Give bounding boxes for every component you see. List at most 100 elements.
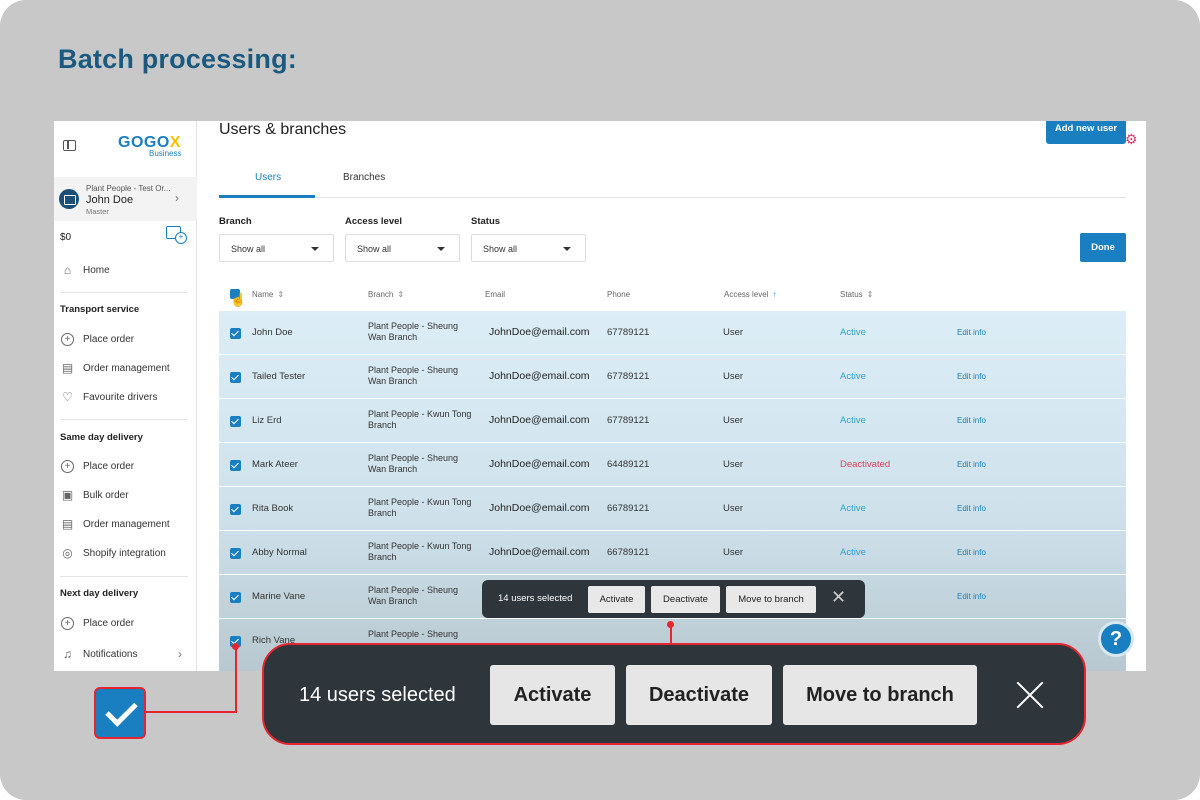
user-email: JohnDoe@email.com — [489, 546, 590, 558]
move-to-branch-button: Move to branch — [783, 665, 977, 725]
sidebar-item-notifications[interactable]: ♫ Notifications — [61, 648, 137, 661]
account-switcher[interactable]: Plant People - Test Or... John Doe Maste… — [54, 177, 197, 221]
column-header-status[interactable]: Status ⇕ — [840, 290, 873, 299]
edit-info-link[interactable]: Edit info — [957, 416, 986, 425]
user-email: JohnDoe@email.com — [489, 502, 590, 514]
selected-count: 14 users selected — [498, 593, 573, 604]
user-access-level: User — [723, 327, 744, 338]
sidebar-item-place-order[interactable]: + Place order — [61, 333, 134, 346]
callout-line — [235, 646, 237, 713]
bulk-order-icon: ▣ — [61, 488, 74, 502]
close-icon[interactable]: ✕ — [831, 587, 846, 608]
done-button[interactable]: Done — [1080, 233, 1126, 262]
enlarged-batch-action-bar: 14 users selected Activate Deactivate Mo… — [262, 643, 1086, 745]
user-access-level: User — [723, 415, 744, 426]
sidebar-item-order-management[interactable]: ▤ Order management — [61, 362, 170, 375]
gear-icon[interactable]: ⚙ — [1125, 131, 1138, 148]
page-title: Users & branches — [219, 121, 347, 138]
edit-info-link[interactable]: Edit info — [957, 504, 986, 513]
column-header-phone: Phone — [607, 290, 631, 299]
user-name: Rita Book — [252, 503, 294, 514]
row-checkbox[interactable] — [230, 416, 241, 427]
activate-button[interactable]: Activate — [588, 586, 645, 613]
user-name: John Doe — [252, 327, 293, 338]
shopify-icon: ◎ — [62, 546, 73, 560]
sidebar: GOGOX Business Plant People - Test Or...… — [54, 121, 197, 671]
top-up-icon[interactable] — [166, 226, 187, 244]
column-header-name[interactable]: Name ⇕ — [252, 290, 284, 299]
user-branch: Plant People - Sheung Wan Branch — [368, 453, 459, 474]
edit-info-link[interactable]: Edit info — [957, 328, 986, 337]
user-status: Active — [840, 371, 866, 382]
user-name: Abby Normal — [252, 547, 307, 558]
callout-line — [146, 711, 237, 713]
section-title: Same day delivery — [60, 432, 143, 443]
branch-filter-select[interactable]: Show all — [219, 234, 334, 262]
sidebar-item-shopify[interactable]: ◎ Shopify integration — [61, 547, 166, 560]
column-header-email: Email — [485, 290, 506, 299]
row-checkbox[interactable] — [230, 504, 241, 515]
row-checkbox[interactable] — [230, 592, 241, 603]
access-level-filter-select[interactable]: Show all — [345, 234, 460, 262]
table-row: Mark Ateer Plant People - Sheung Wan Bra… — [219, 443, 1126, 487]
user-name: Tailed Tester — [252, 371, 306, 382]
status-filter-select[interactable]: Show all — [471, 234, 586, 262]
tab-branches[interactable]: Branches — [343, 172, 385, 183]
tabs-divider — [219, 197, 1126, 198]
user-branch: Plant People - Kwun Tong Branch — [368, 497, 472, 518]
sidebar-toggle-icon[interactable] — [63, 140, 76, 151]
enlarged-checkbox — [94, 687, 146, 739]
slide-title: Batch processing: — [58, 44, 297, 74]
row-checkbox[interactable] — [230, 328, 241, 339]
tab-users[interactable]: Users — [255, 172, 281, 183]
sidebar-item-place-order[interactable]: + Place order — [61, 460, 134, 473]
briefcase-icon — [59, 189, 79, 209]
edit-info-link[interactable]: Edit info — [957, 372, 986, 381]
account-role: Master — [86, 207, 109, 216]
column-header-branch[interactable]: Branch ⇕ — [368, 290, 404, 299]
account-org: Plant People - Test Or... — [86, 184, 171, 193]
user-branch: Plant People - Sheung — [368, 629, 459, 639]
user-branch: Plant People - Sheung Wan Branch — [368, 321, 459, 342]
table-row: Abby Normal Plant People - Kwun Tong Bra… — [219, 531, 1126, 575]
row-checkbox[interactable] — [230, 372, 241, 383]
user-branch: Plant People - Kwun Tong Branch — [368, 541, 472, 562]
help-button[interactable]: ? — [1098, 621, 1134, 657]
divider — [60, 292, 188, 293]
sidebar-item-bulk-order[interactable]: ▣ Bulk order — [61, 489, 129, 502]
sidebar-item-place-order[interactable]: + Place order — [61, 617, 134, 630]
row-checkbox[interactable] — [230, 548, 241, 559]
edit-info-link[interactable]: Edit info — [957, 548, 986, 557]
sort-icon: ⇕ — [277, 290, 285, 299]
filter-label-access: Access level — [345, 216, 403, 227]
clipboard-icon: ▤ — [61, 361, 74, 375]
add-new-user-button[interactable]: Add new user — [1046, 121, 1126, 144]
batch-action-bar: 14 users selected Activate Deactivate Mo… — [482, 580, 865, 618]
user-branch: Plant People - Kwun Tong Branch — [368, 409, 472, 430]
sidebar-item-order-management[interactable]: ▤ Order management — [61, 518, 170, 531]
plus-circle-icon: + — [61, 333, 74, 346]
user-email: JohnDoe@email.com — [489, 370, 590, 382]
edit-info-link[interactable]: Edit info — [957, 460, 986, 469]
user-phone: 67789121 — [607, 371, 650, 382]
deactivate-button: Deactivate — [626, 665, 772, 725]
table-row: Rita Book Plant People - Kwun Tong Branc… — [219, 487, 1126, 531]
move-to-branch-button[interactable]: Move to branch — [726, 586, 816, 613]
filter-label-branch: Branch — [219, 216, 252, 227]
sidebar-item-favourite-drivers[interactable]: ♡ Favourite drivers — [61, 391, 157, 404]
column-header-access-level[interactable]: Access level ↑ — [724, 290, 776, 299]
edit-info-link[interactable]: Edit info — [957, 592, 986, 601]
sort-icon: ⇕ — [397, 290, 405, 299]
user-name: Liz Erd — [252, 415, 282, 426]
sort-ascending-icon: ↑ — [772, 290, 777, 299]
row-checkbox[interactable] — [230, 460, 241, 471]
section-title: Next day delivery — [60, 588, 139, 599]
deactivate-button[interactable]: Deactivate — [651, 586, 720, 613]
user-email: JohnDoe@email.com — [489, 414, 590, 426]
plus-circle-icon: + — [61, 617, 74, 630]
sidebar-item-home[interactable]: ⌂ Home — [61, 264, 110, 277]
divider — [60, 419, 188, 420]
user-branch: Plant People - Sheung Wan Branch — [368, 365, 459, 386]
user-name: Marine Vane — [252, 591, 306, 602]
user-status: Active — [840, 415, 866, 426]
